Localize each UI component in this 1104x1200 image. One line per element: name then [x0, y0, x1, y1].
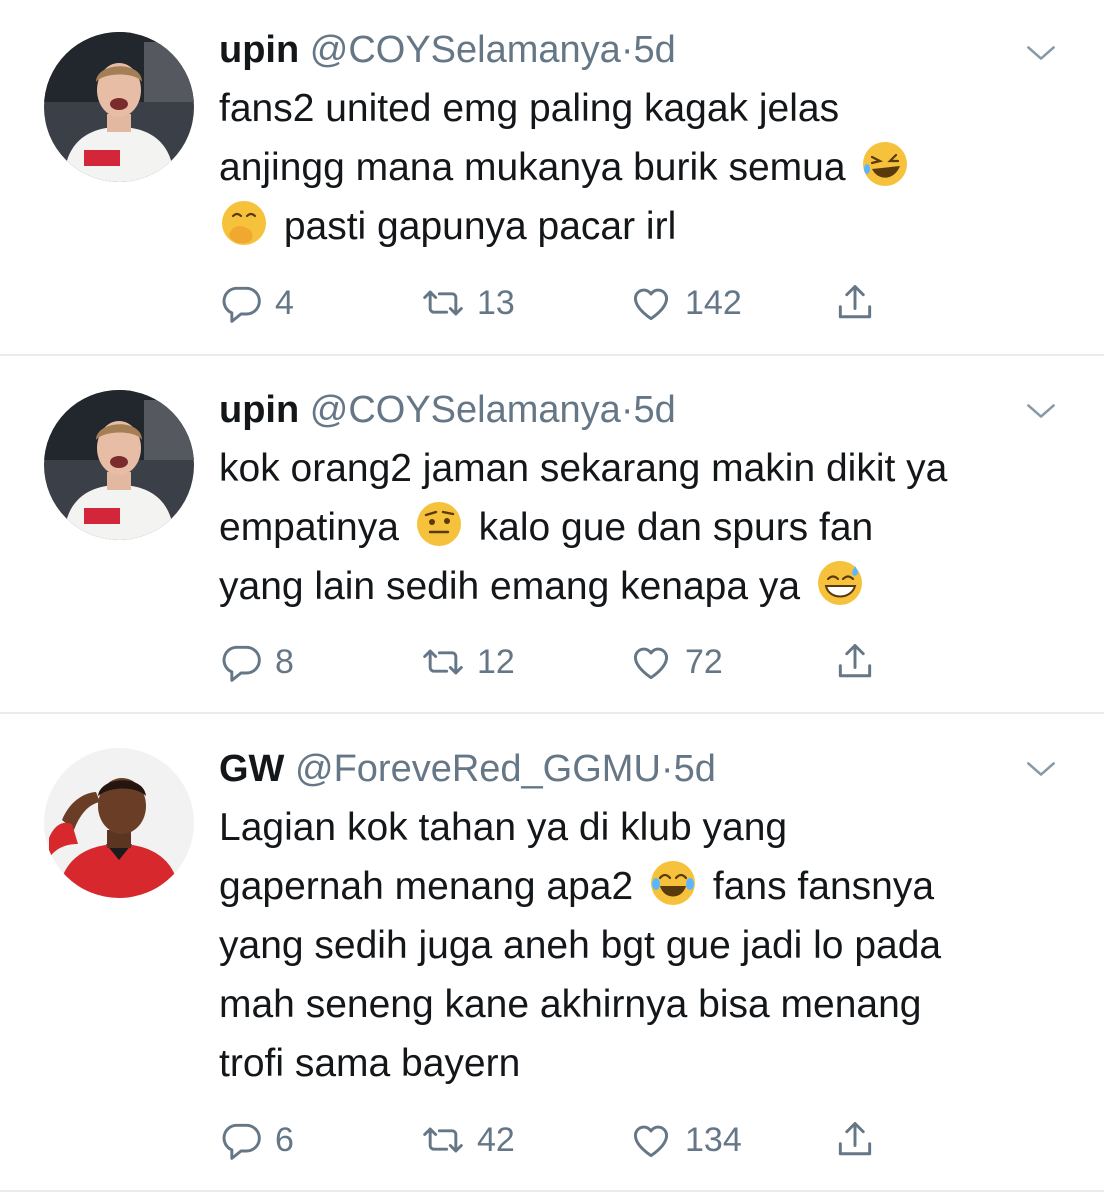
separator-dot: ·: [620, 389, 634, 431]
tweet[interactable]: upin @COYSelamanya·5d kok orang2 jaman s…: [0, 356, 1104, 714]
retweet-icon: [421, 640, 465, 684]
separator-dot: ·: [620, 29, 634, 71]
display-name[interactable]: GW: [219, 748, 284, 790]
reply-button[interactable]: 8: [219, 637, 294, 687]
reply-icon: [219, 1118, 263, 1162]
like-icon: [629, 640, 673, 684]
timestamp[interactable]: 5d: [633, 389, 675, 431]
grinning-face-with-sweat-icon: [815, 558, 865, 608]
avatar[interactable]: [44, 390, 194, 540]
timestamp[interactable]: 5d: [633, 29, 675, 71]
reply-button[interactable]: 6: [219, 1115, 294, 1165]
reply-icon: [219, 640, 263, 684]
tweet-line: mah seneng kane akhirnya bisa menang: [219, 983, 922, 1026]
reply-button[interactable]: 4: [219, 278, 294, 328]
tweet[interactable]: upin @COYSelamanya·5d fans2 united emg p…: [0, 0, 1104, 356]
retweet-button[interactable]: 12: [421, 637, 515, 687]
tweet[interactable]: GW @ForeveRed_GGMU·5d Lagian kok tahan y…: [0, 714, 1104, 1192]
reply-icon: [219, 281, 263, 325]
user-handle[interactable]: @COYSelamanya: [310, 389, 621, 431]
tweet-actions: 6 42 134: [219, 1115, 919, 1165]
retweet-count: 12: [477, 642, 515, 681]
share-icon: [833, 640, 877, 684]
retweet-button[interactable]: 42: [421, 1115, 515, 1165]
share-button[interactable]: [833, 1115, 877, 1165]
retweet-count: 42: [477, 1120, 515, 1159]
like-button[interactable]: 72: [629, 637, 723, 687]
chevron-down-icon[interactable]: [1022, 392, 1060, 430]
share-icon: [833, 1118, 877, 1162]
tweet-header: upin @COYSelamanya·5d: [219, 28, 676, 72]
tweet-text: Lagian kok tahan ya di klub yang gaperna…: [219, 798, 1079, 1093]
share-button[interactable]: [833, 637, 877, 687]
reply-count: 8: [275, 642, 294, 681]
avatar[interactable]: [44, 32, 194, 182]
like-count: 142: [685, 283, 742, 322]
tweet-text: kok orang2 jaman sekarang makin dikit ya…: [219, 439, 1079, 616]
face-with-hand-over-mouth-icon: [219, 198, 269, 248]
retweet-icon: [421, 281, 465, 325]
tweet-line: trofi sama bayern: [219, 1042, 521, 1085]
retweet-button[interactable]: 13: [421, 278, 515, 328]
retweet-icon: [421, 1118, 465, 1162]
like-count: 72: [685, 642, 723, 681]
reply-count: 4: [275, 283, 294, 322]
tweet-actions: 8 12 72: [219, 637, 919, 687]
like-button[interactable]: 142: [629, 278, 742, 328]
face-with-tears-of-joy-icon: [648, 858, 698, 908]
chevron-down-icon[interactable]: [1022, 34, 1060, 72]
display-name[interactable]: upin: [219, 29, 299, 71]
like-button[interactable]: 134: [629, 1115, 742, 1165]
user-handle[interactable]: @COYSelamanya: [310, 29, 621, 71]
retweet-count: 13: [477, 283, 515, 322]
tweet-header: upin @COYSelamanya·5d: [219, 388, 676, 432]
tweet-line: yang lain sedih emang kenapa ya: [219, 557, 1079, 616]
rolling-on-floor-laughing-icon: [860, 139, 910, 189]
user-handle[interactable]: @ForeveRed_GGMU: [295, 748, 661, 790]
reply-count: 6: [275, 1120, 294, 1159]
like-icon: [629, 281, 673, 325]
tweet-text: fans2 united emg paling kagak jelas anji…: [219, 79, 1079, 256]
tweet-line: anjingg mana mukanya burik semua: [219, 138, 1079, 197]
separator-dot: ·: [660, 748, 674, 790]
face-with-raised-eyebrow-icon: [414, 499, 464, 549]
tweet-line: fans2 united emg paling kagak jelas: [219, 87, 840, 130]
timestamp[interactable]: 5d: [674, 748, 716, 790]
like-icon: [629, 1118, 673, 1162]
like-count: 134: [685, 1120, 742, 1159]
chevron-down-icon[interactable]: [1022, 750, 1060, 788]
tweet-actions: 4 13 142: [219, 278, 919, 328]
avatar[interactable]: [44, 748, 194, 898]
share-button[interactable]: [833, 278, 877, 328]
tweet-line: yang sedih juga aneh bgt gue jadi lo pad…: [219, 924, 942, 967]
share-icon: [833, 281, 877, 325]
tweet-line: empatinya kalo gue dan spurs fan: [219, 498, 1079, 557]
tweet-line: pasti gapunya pacar irl: [219, 197, 1079, 256]
tweet-line: Lagian kok tahan ya di klub yang: [219, 806, 788, 849]
tweet-header: GW @ForeveRed_GGMU·5d: [219, 747, 716, 791]
display-name[interactable]: upin: [219, 389, 299, 431]
tweet-line: kok orang2 jaman sekarang makin dikit ya: [219, 447, 948, 490]
tweet-line: gapernah menang apa2 fans fansnya: [219, 857, 1079, 916]
